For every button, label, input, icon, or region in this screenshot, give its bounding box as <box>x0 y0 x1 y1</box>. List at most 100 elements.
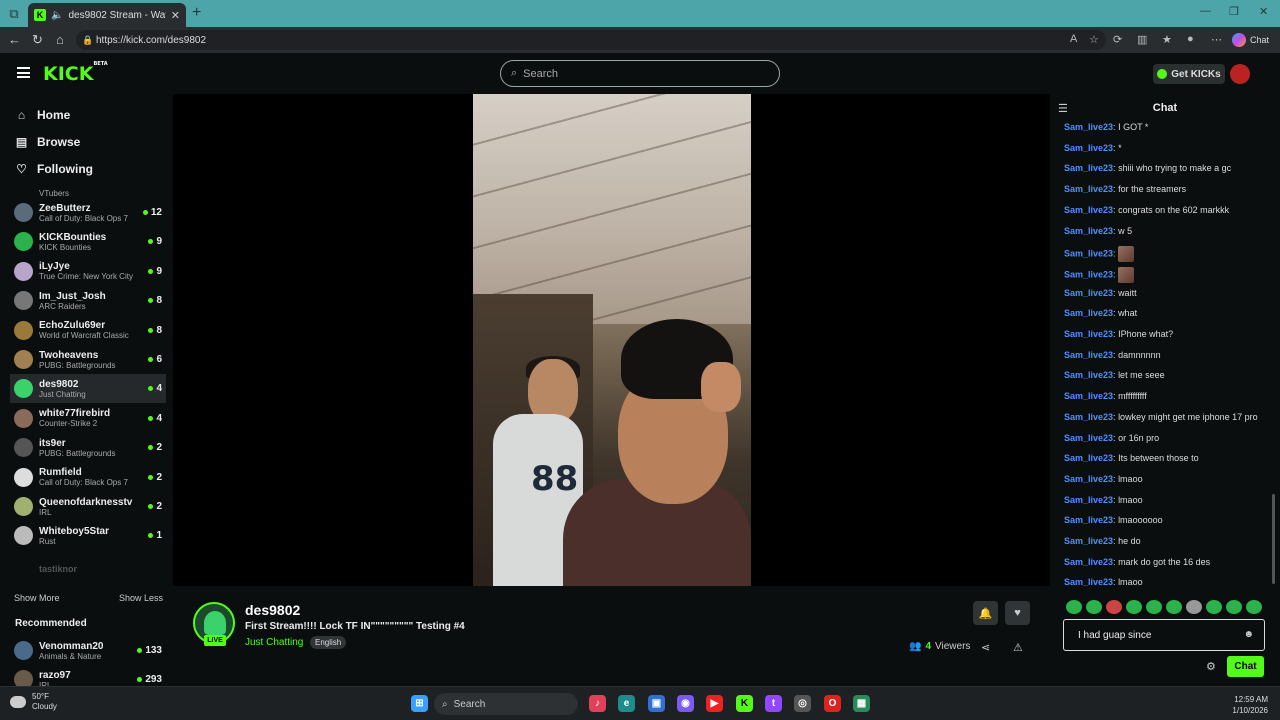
share-icon[interactable]: ⋖ <box>981 641 990 654</box>
emoji-picker-icon[interactable]: ☻ <box>1243 629 1254 640</box>
get-kicks-button[interactable]: Get KICKs <box>1153 64 1225 84</box>
extensions-icon[interactable]: ⟳ <box>1113 33 1122 46</box>
chat-scrollbar[interactable] <box>1272 494 1275 584</box>
show-less-button[interactable]: Show Less <box>119 593 163 603</box>
nav-following[interactable]: ♡ Following <box>15 162 93 176</box>
send-chat-button[interactable]: Chat <box>1227 656 1264 677</box>
recommended-channel-item[interactable]: Venomman20 Animals & Nature 133 <box>10 636 166 665</box>
chat-username[interactable]: Sam_live23 <box>1064 577 1113 587</box>
follow-button[interactable]: ♥ <box>1005 601 1030 625</box>
chat-app-icon[interactable]: ◉ <box>677 695 694 712</box>
chat-username[interactable]: Sam_live23 <box>1064 163 1113 173</box>
twitch-icon[interactable]: t <box>765 695 782 712</box>
new-tab-icon[interactable]: + <box>192 4 201 22</box>
video-player[interactable]: 88 <box>173 94 1050 586</box>
chat-username[interactable]: Sam_live23 <box>1064 249 1113 259</box>
close-tab-icon[interactable]: ✕ <box>171 9 180 22</box>
sidebar-channel-item[interactable]: ZeeButterz Call of Duty: Black Ops 7 12 <box>10 198 166 227</box>
emote-icon[interactable] <box>1206 600 1222 614</box>
browser-tab[interactable]: K 🔈 des9802 Stream - Watch Live ✕ <box>28 3 186 27</box>
sidebar-channel-item[interactable]: EchoZulu69er World of Warcraft Classic 8 <box>10 316 166 345</box>
speaker-icon[interactable]: 🔈 <box>51 10 63 21</box>
chat-username[interactable]: Sam_live23 <box>1064 474 1113 484</box>
chat-username[interactable]: Sam_live23 <box>1064 308 1113 318</box>
sidebar-channel-item[interactable]: KICKBounties KICK Bounties 9 <box>10 227 166 256</box>
menu-icon[interactable] <box>17 67 30 78</box>
store-icon[interactable]: ▣ <box>648 695 665 712</box>
emote-icon[interactable] <box>1166 600 1182 614</box>
emote-icon[interactable] <box>1186 600 1202 614</box>
music-app-icon[interactable]: ♪ <box>589 695 606 712</box>
chat-username[interactable]: Sam_live23 <box>1064 226 1113 236</box>
address-bar[interactable]: 🔒 https://kick.com/des9802 <box>76 30 1106 50</box>
favorite-star-icon[interactable]: ☆ <box>1089 33 1099 46</box>
report-icon[interactable]: ⚠ <box>1013 641 1023 654</box>
more-menu-icon[interactable]: ⋯ <box>1211 33 1222 46</box>
sidebar-channel-item[interactable]: Queenofdarknesstv IRL 2 <box>10 492 166 521</box>
close-window-icon[interactable]: ✕ <box>1259 5 1268 18</box>
sidebar-channel-item[interactable]: Twoheavens PUBG: Battlegrounds 6 <box>10 345 166 374</box>
system-clock[interactable]: 12:59 AM 1/10/2026 <box>1224 694 1268 716</box>
chat-username[interactable]: Sam_live23 <box>1064 122 1113 132</box>
chat-username[interactable]: Sam_live23 <box>1064 557 1113 567</box>
taskbar-search[interactable]: ⌕ Search <box>434 693 578 715</box>
home-browser-icon[interactable]: ⌂ <box>56 32 64 47</box>
chat-username[interactable]: Sam_live23 <box>1064 329 1113 339</box>
sidebar-channel-item[interactable]: its9er PUBG: Battlegrounds 2 <box>10 433 166 462</box>
youtube-icon[interactable]: ▶ <box>706 695 723 712</box>
sidebar-channel-item[interactable]: Whiteboy5Star Rust 1 <box>10 521 166 550</box>
show-more-button[interactable]: Show More <box>14 593 60 603</box>
chat-username[interactable]: Sam_live23 <box>1064 288 1113 298</box>
chat-username[interactable]: Sam_live23 <box>1064 143 1113 153</box>
maximize-icon[interactable]: ❐ <box>1229 5 1239 18</box>
copilot-chat-button[interactable]: Chat <box>1232 31 1269 49</box>
browser-extension-icon[interactable]: ● <box>1187 33 1194 45</box>
language-tag[interactable]: English <box>310 636 347 649</box>
chat-username[interactable]: Sam_live23 <box>1064 269 1113 279</box>
chat-username[interactable]: Sam_live23 <box>1064 205 1113 215</box>
chat-username[interactable]: Sam_live23 <box>1064 184 1113 194</box>
kick-app-icon[interactable]: K <box>736 695 753 712</box>
favorites-icon[interactable]: ★ <box>1162 33 1172 46</box>
emote-icon[interactable] <box>1126 600 1142 614</box>
chat-username[interactable]: Sam_live23 <box>1064 495 1113 505</box>
sidebar-channel-item[interactable]: white77firebird Counter-Strike 2 4 <box>10 404 166 433</box>
sidebar-channel-item[interactable]: des9802 Just Chatting 4 <box>10 374 166 404</box>
chat-username[interactable]: Sam_live23 <box>1064 536 1113 546</box>
refresh-icon[interactable]: ↻ <box>32 32 43 48</box>
emote-icon[interactable] <box>1246 600 1262 614</box>
chat-username[interactable]: Sam_live23 <box>1064 370 1113 380</box>
sidebar-channel-item[interactable]: iLyJye True Crime: New York City 9 <box>10 257 166 286</box>
chat-input[interactable]: I had guap since ☻ <box>1063 619 1265 651</box>
opera-icon[interactable]: O <box>824 695 841 712</box>
chat-username[interactable]: Sam_live23 <box>1064 412 1113 422</box>
sidebar-channel-item[interactable]: Im_Just_Josh ARC Raiders 8 <box>10 286 166 315</box>
stream-category[interactable]: Just Chatting <box>245 637 303 648</box>
kick-logo[interactable]: KICKBETA <box>43 61 108 85</box>
faded-channel-name[interactable]: tastiknor <box>39 564 77 574</box>
steam-icon[interactable]: ◎ <box>794 695 811 712</box>
edge-browser-icon[interactable]: e <box>618 695 635 712</box>
chat-settings-icon[interactable]: ⚙ <box>1206 660 1216 673</box>
app-icon[interactable]: ▦ <box>853 695 870 712</box>
chat-username[interactable]: Sam_live23 <box>1064 515 1113 525</box>
nav-browse[interactable]: ▤ Browse <box>15 135 81 149</box>
sidebar-channel-item[interactable]: Rumfield Call of Duty: Black Ops 7 2 <box>10 463 166 492</box>
emote-icon[interactable] <box>1226 600 1242 614</box>
back-icon[interactable]: ← <box>8 32 21 47</box>
search-input[interactable]: ⌕ Search <box>500 60 780 87</box>
notification-bell-button[interactable]: 🔔 <box>973 601 998 625</box>
chat-username[interactable]: Sam_live23 <box>1064 433 1113 443</box>
chat-username[interactable]: Sam_live23 <box>1064 453 1113 463</box>
recommended-channel-item[interactable]: razo97 IRL 293 <box>10 665 166 686</box>
emote-icon[interactable] <box>1106 600 1122 614</box>
nav-home[interactable]: ⌂ Home <box>15 108 70 122</box>
minimize-icon[interactable]: — <box>1200 5 1211 17</box>
read-aloud-icon[interactable]: A <box>1070 33 1077 45</box>
split-screen-icon[interactable]: ▥ <box>1137 33 1147 46</box>
chat-username[interactable]: Sam_live23 <box>1064 391 1113 401</box>
workspaces-icon[interactable]: ⧉ <box>0 0 28 27</box>
user-avatar[interactable] <box>1230 64 1250 84</box>
chat-username[interactable]: Sam_live23 <box>1064 350 1113 360</box>
emote-icon[interactable] <box>1086 600 1102 614</box>
